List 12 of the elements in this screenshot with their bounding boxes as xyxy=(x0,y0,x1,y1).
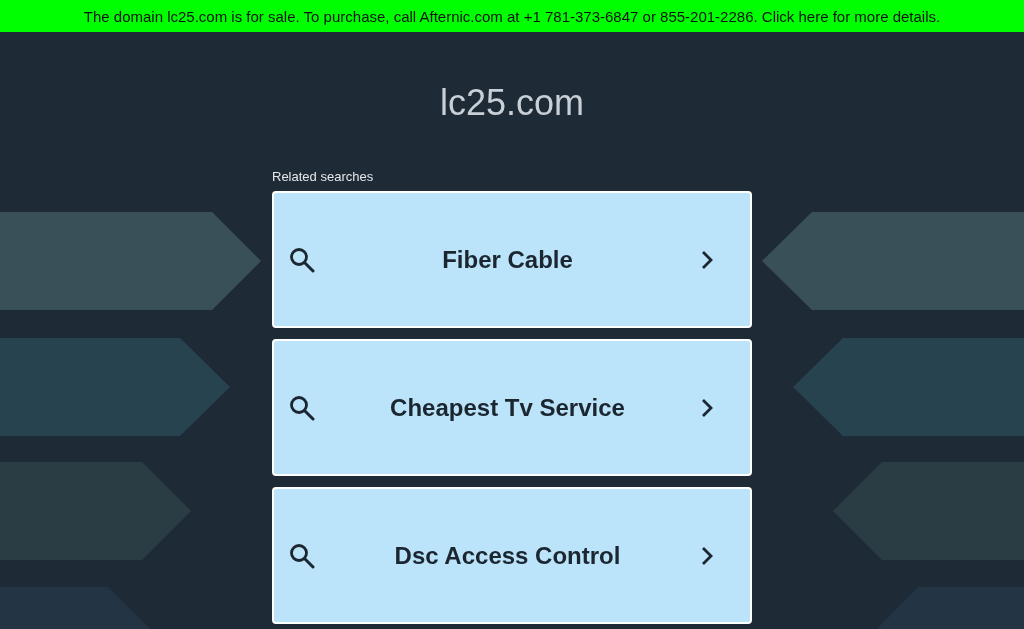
sale-banner-link[interactable]: The domain lc25.com is for sale. To purchase, call Afternic.com at +1 781-373-6847 or 855-201-2286. Click here for more details. xyxy=(0,0,1024,32)
site-title: lc25.com xyxy=(438,83,586,123)
related-searches-heading: Related searches xyxy=(272,169,375,185)
search-link-card[interactable]: Fiber Cable xyxy=(272,191,752,328)
search-icon xyxy=(289,394,315,421)
chevron-right-icon xyxy=(700,544,714,567)
search-link-card[interactable]: Cheapest Tv Service xyxy=(272,339,752,476)
search-link-card[interactable]: Dsc Access Control xyxy=(272,487,752,624)
chevron-right-icon xyxy=(700,396,714,419)
search-icon xyxy=(289,246,315,273)
chevron-right-icon xyxy=(700,248,714,271)
search-icon xyxy=(289,542,315,569)
